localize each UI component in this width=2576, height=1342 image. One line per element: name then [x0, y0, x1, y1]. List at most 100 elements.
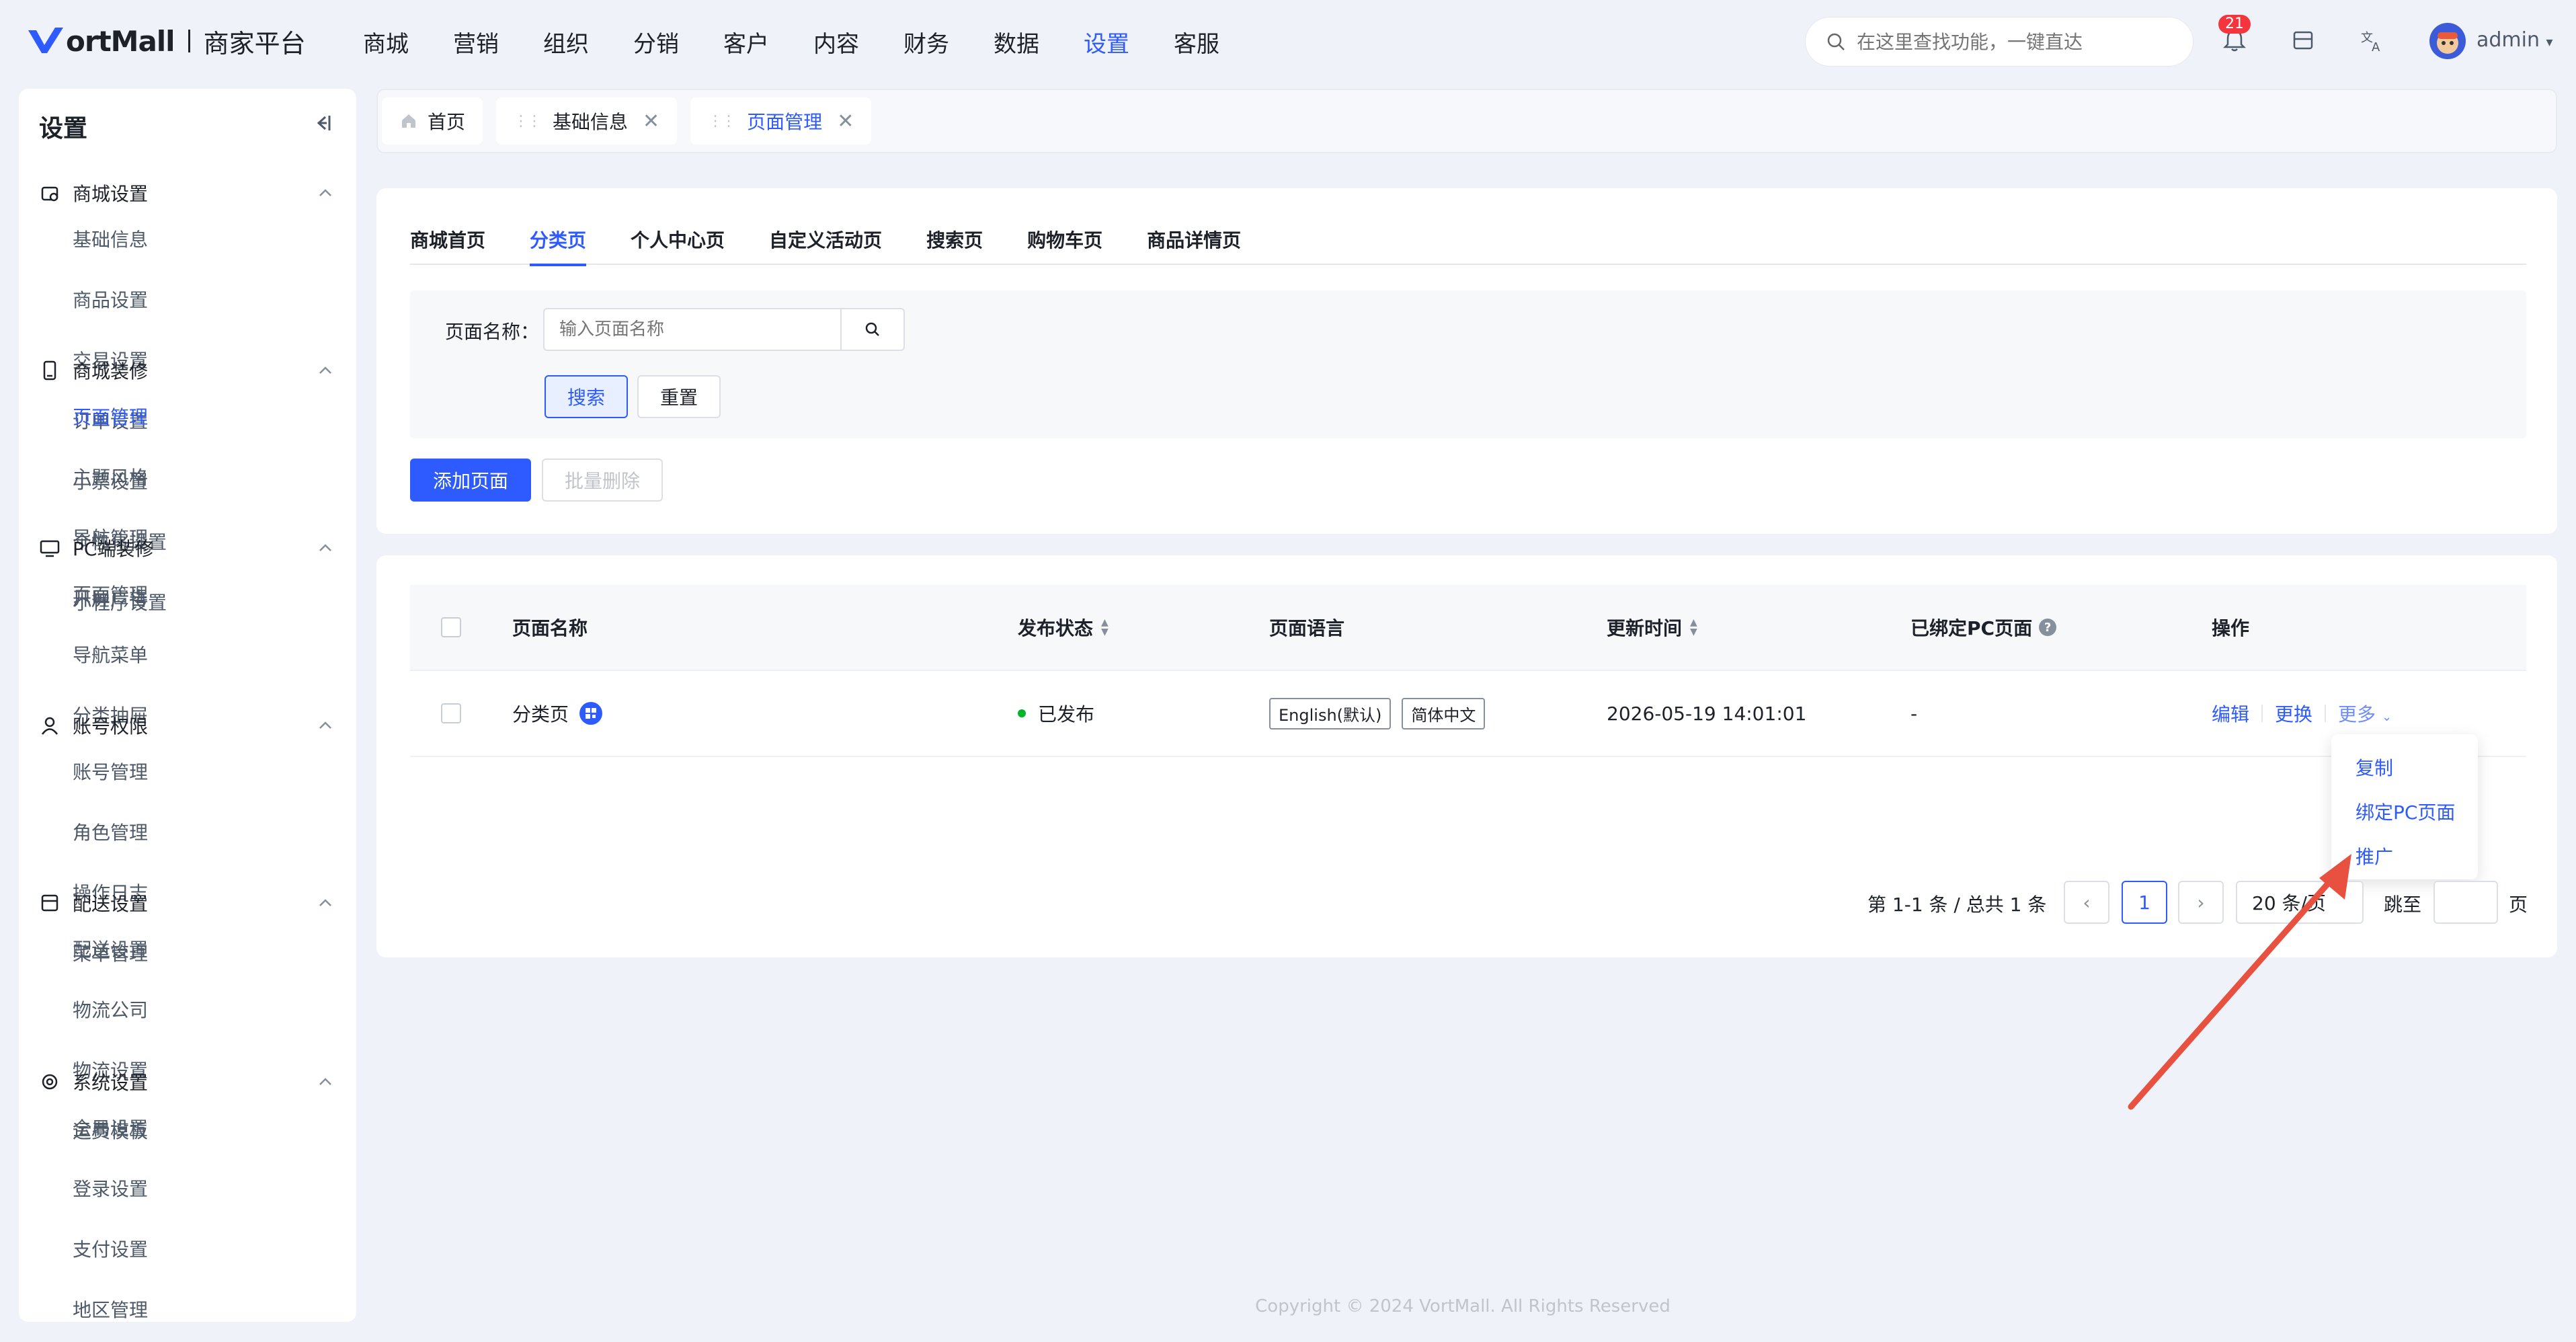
sidebar-group-header[interactable]: 系统设置: [39, 1065, 335, 1099]
mobile-icon: [43, 360, 56, 381]
sidebar-group-label: 商城设置: [73, 183, 149, 205]
subtab-item[interactable]: 个人中心页: [631, 226, 725, 265]
top-nav-item[interactable]: 客服: [1174, 26, 1219, 58]
sort-icon[interactable]: ▲ ▼: [1690, 618, 1697, 637]
footer-copyright: Copyright © 2024 VortMall. All Rights Re…: [1255, 1296, 1671, 1316]
global-search[interactable]: [1806, 17, 2193, 66]
col-updated[interactable]: 更新时间 ▲ ▼: [1607, 614, 1697, 641]
logo[interactable]: ortMall 商家平台: [27, 24, 306, 58]
tab-home[interactable]: 首页: [382, 97, 483, 145]
top-nav-item[interactable]: 数据: [994, 26, 1039, 58]
store-icon[interactable]: [2290, 27, 2317, 54]
col-actions: 操作: [2212, 617, 2250, 639]
sidebar-item[interactable]: 登录设置: [73, 1159, 214, 1220]
top-nav-item[interactable]: 分销: [633, 26, 679, 58]
filter-label: 页面名称：: [445, 321, 540, 343]
sidebar-item[interactable]: 主题风格: [73, 448, 214, 508]
add-page-button[interactable]: 添加页面: [410, 459, 531, 502]
sidebar-group-header[interactable]: PC端装修: [39, 531, 335, 565]
tab-label: 基础信息: [553, 111, 629, 133]
search-icon: [1827, 33, 1845, 50]
chevron-up-icon[interactable]: [316, 184, 335, 202]
top-nav-item[interactable]: 组织: [543, 26, 589, 58]
top-nav-item[interactable]: 客户: [723, 26, 769, 58]
subtab-item[interactable]: 购物车页: [1027, 226, 1102, 265]
top-nav-item[interactable]: 财务: [903, 26, 949, 58]
chevron-up-icon[interactable]: [316, 539, 335, 557]
top-nav-item[interactable]: 内容: [813, 26, 859, 58]
sidebar-item[interactable]: 导航菜单: [73, 625, 214, 686]
pc-page-value: -: [1910, 702, 1918, 725]
sidebar-item[interactable]: 物流公司: [73, 980, 214, 1041]
sidebar-item[interactable]: 商品设置: [73, 270, 214, 331]
notification-badge: 21: [2218, 15, 2251, 34]
sidebar-item[interactable]: 支付设置: [73, 1220, 214, 1280]
col-status[interactable]: 发布状态 ▲ ▼: [1018, 614, 1109, 641]
row-checkbox[interactable]: [441, 703, 461, 723]
help-icon[interactable]: ?: [2039, 619, 2057, 636]
reset-button[interactable]: 重置: [637, 375, 721, 418]
top-nav-item[interactable]: 设置: [1084, 26, 1129, 58]
close-icon[interactable]: ✕: [837, 110, 854, 133]
logo-separator: [188, 30, 190, 52]
sidebar-group-header[interactable]: 商城装修: [39, 354, 335, 387]
edit-link[interactable]: 编辑: [2212, 700, 2249, 727]
vortmall-logo-icon: [28, 28, 63, 53]
subtab-item[interactable]: 商品详情页: [1147, 226, 1241, 265]
delivery-icon: [41, 894, 58, 912]
sidebar-title: 设置: [39, 115, 88, 143]
sidebar-item[interactable]: 全局设置: [73, 1099, 214, 1159]
more-dropdown-trigger[interactable]: 更多 ⌄: [2338, 700, 2392, 727]
chevron-up-icon[interactable]: [316, 894, 335, 912]
sort-icon[interactable]: ▲ ▼: [1101, 618, 1109, 637]
tab-page-management[interactable]: ⋮⋮ 页面管理 ✕: [690, 97, 872, 145]
sidebar-item[interactable]: 配送设置: [73, 920, 214, 980]
sidebar-item[interactable]: 基础信息: [73, 210, 214, 270]
subtab-item[interactable]: 自定义活动页: [769, 226, 882, 265]
collapse-sidebar-icon[interactable]: [312, 112, 335, 134]
qrcode-icon[interactable]: [579, 702, 603, 725]
top-nav-item[interactable]: 商城: [363, 26, 409, 58]
top-nav-item[interactable]: 营销: [453, 26, 499, 58]
page-suffix: 页: [2509, 894, 2528, 916]
prev-page-button[interactable]: ‹: [2064, 881, 2109, 924]
chevron-up-icon[interactable]: [316, 361, 335, 380]
drag-handle-icon[interactable]: ⋮⋮: [514, 113, 542, 130]
sidebar-item[interactable]: 页面管理: [73, 565, 214, 625]
sidebar-group-header[interactable]: 商城设置: [39, 176, 335, 210]
chevron-up-icon[interactable]: [316, 716, 335, 735]
subtab-item[interactable]: 搜索页: [926, 226, 983, 265]
chevron-up-icon[interactable]: [316, 1072, 335, 1091]
batch-delete-button[interactable]: 批量删除: [542, 459, 663, 502]
jump-page-input[interactable]: [2433, 881, 2498, 924]
replace-link[interactable]: 更换: [2275, 700, 2312, 727]
global-search-input[interactable]: [1857, 30, 2166, 53]
page-name-input[interactable]: [543, 308, 842, 351]
svg-text:A: A: [2372, 40, 2380, 54]
select-all-checkbox[interactable]: [441, 617, 461, 637]
tab-basic-info[interactable]: ⋮⋮ 基础信息 ✕: [496, 97, 678, 145]
language-tag: English(默认): [1269, 697, 1392, 729]
sidebar-group-label: PC端装修: [73, 538, 154, 560]
menu-item-bind-pc-page[interactable]: 绑定PC页面: [2331, 791, 2478, 835]
sidebar-group-header[interactable]: 配送设置: [39, 886, 335, 920]
sidebar-item[interactable]: 账号管理: [73, 742, 214, 803]
drag-handle-icon[interactable]: ⋮⋮: [708, 113, 736, 130]
subtab-item[interactable]: 分类页: [530, 226, 587, 266]
chevron-down-icon: ⌄: [2381, 710, 2392, 724]
input-search-button[interactable]: [840, 308, 905, 351]
user-menu[interactable]: admin ▾: [2477, 28, 2553, 52]
subtab-item[interactable]: 商城首页: [410, 226, 485, 265]
avatar[interactable]: [2429, 23, 2466, 59]
search-button[interactable]: 搜索: [545, 375, 628, 418]
sidebar-item[interactable]: 角色管理: [73, 803, 214, 863]
sidebar-group-header[interactable]: 账号权限: [39, 709, 335, 742]
close-icon[interactable]: ✕: [643, 110, 659, 133]
shop-settings-icon: [41, 186, 58, 202]
language-tag: 简体中文: [1402, 697, 1486, 729]
menu-item-copy[interactable]: 复制: [2331, 746, 2478, 791]
language-tags: English(默认) 简体中文: [1269, 697, 1496, 729]
sidebar-item[interactable]: 页面管理: [73, 387, 214, 448]
annotation-arrow-icon: [2128, 854, 2351, 1110]
translate-icon[interactable]: 文A: [2358, 27, 2385, 54]
